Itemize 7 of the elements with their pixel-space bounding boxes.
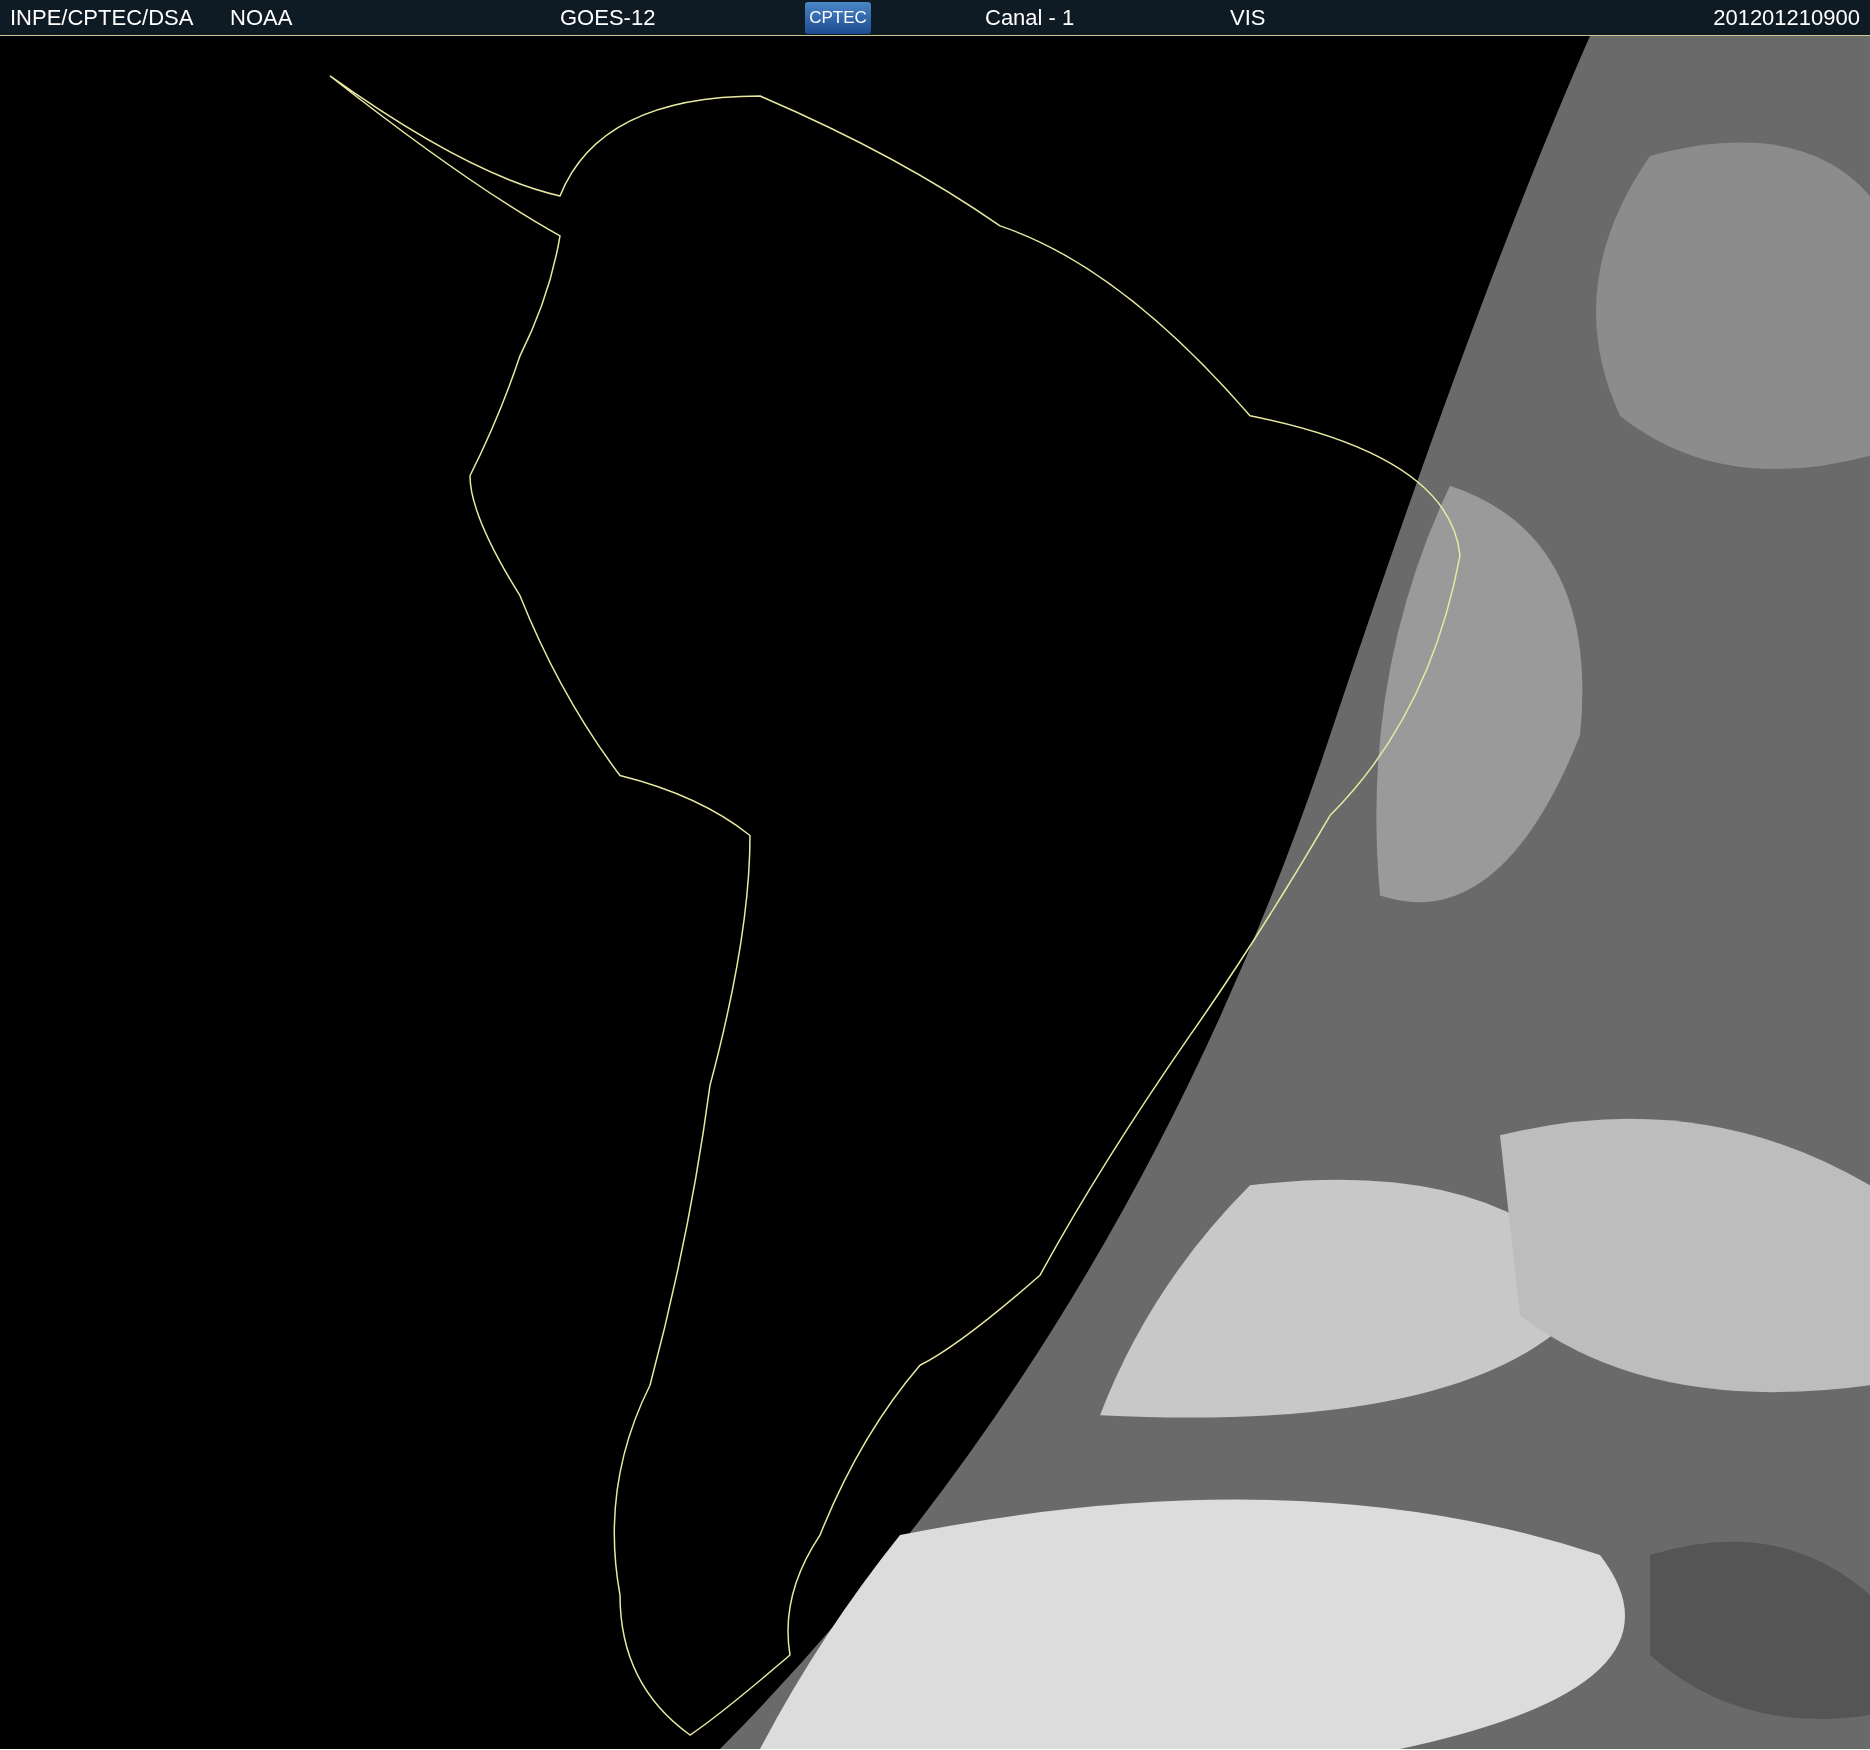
- header-label: NOAA: [230, 4, 294, 31]
- header-label: INPE/CPTEC/DSA: [10, 4, 195, 31]
- header-label: GOES-12: [560, 4, 657, 31]
- header-label: Canal - 1: [985, 4, 1076, 31]
- header-label: 201201210900: [1713, 4, 1860, 31]
- header-label: VIS: [1230, 4, 1267, 31]
- logo: CPTEC: [805, 1, 871, 34]
